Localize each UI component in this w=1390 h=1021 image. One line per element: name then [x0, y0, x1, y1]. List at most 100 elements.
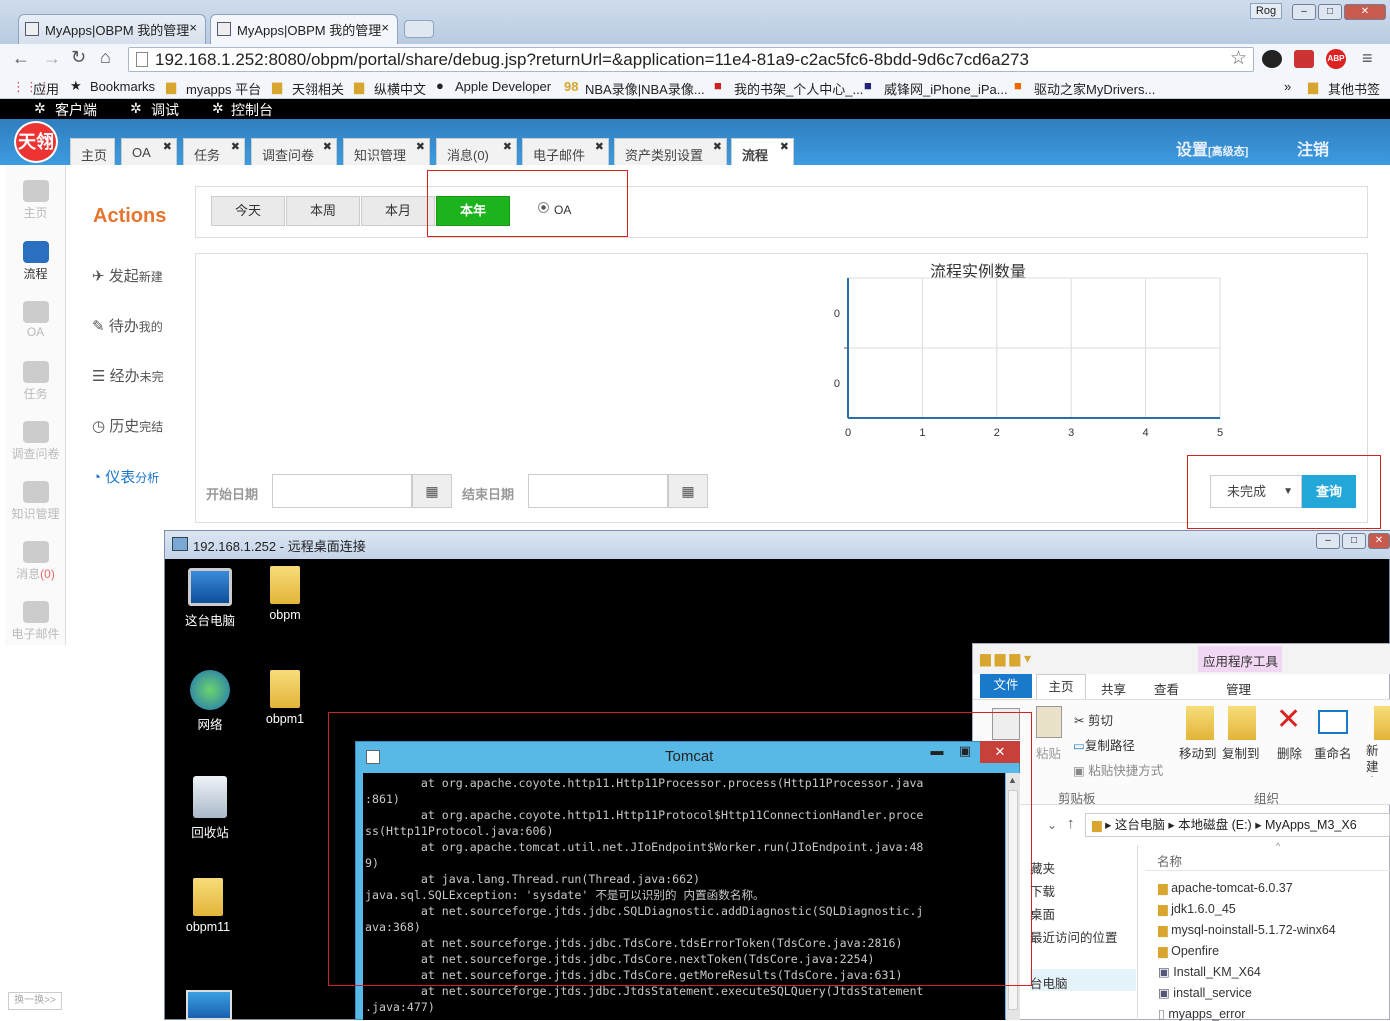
- close-icon[interactable]: ✖: [503, 140, 512, 153]
- rename-button[interactable]: 重命名: [1314, 743, 1352, 762]
- desktop-icon-obpm[interactable]: obpm: [255, 566, 315, 622]
- chevron-down-icon[interactable]: ⌄: [1047, 818, 1057, 832]
- nav-this-pc[interactable]: 台电脑: [1030, 969, 1136, 991]
- copy-to-icon[interactable]: [1228, 706, 1256, 740]
- bookmark-item[interactable]: Bookmarks: [90, 79, 155, 94]
- bookmark-item[interactable]: 纵横中文: [374, 79, 426, 98]
- bookmark-item[interactable]: 威锋网_iPhone_iPa...: [884, 79, 1008, 98]
- delete-button[interactable]: 删除: [1277, 743, 1302, 762]
- maximize-icon[interactable]: □: [1318, 4, 1342, 20]
- ribbon-tab-share[interactable]: 共享: [1101, 679, 1126, 698]
- new-folder-button[interactable]: 新建文件: [1366, 743, 1390, 777]
- calendar-icon[interactable]: ▦: [668, 474, 708, 508]
- rename-icon[interactable]: [1318, 710, 1348, 734]
- browser-tab[interactable]: MyApps|OBPM 我的管理 ×: [18, 14, 206, 44]
- nav-email[interactable]: 电子邮件: [5, 601, 66, 642]
- end-date-input[interactable]: [528, 474, 668, 508]
- bookmark-item[interactable]: 驱动之家MyDrivers...: [1034, 79, 1155, 98]
- bookmark-item[interactable]: Apple Developer: [455, 79, 551, 94]
- file-row[interactable]: ▆ apache-tomcat-6.0.37: [1158, 880, 1293, 895]
- bookmark-item[interactable]: 天翎相关: [292, 79, 344, 98]
- tab-tasks[interactable]: 任务 ✖: [183, 138, 245, 165]
- desktop-icon-network[interactable]: 网络: [180, 670, 240, 733]
- other-bookmarks[interactable]: 其他书签: [1328, 79, 1380, 98]
- bookmarks-more[interactable]: »: [1284, 79, 1291, 94]
- nav-downloads[interactable]: 下载: [1030, 881, 1055, 900]
- close-icon[interactable]: ✖: [713, 140, 722, 153]
- desktop-icon-obpm11[interactable]: obpm11: [178, 878, 238, 934]
- bookmark-item[interactable]: NBA录像|NBA录像...: [585, 79, 705, 98]
- tab-oa[interactable]: OA ✖: [121, 138, 177, 165]
- star-icon[interactable]: ☆: [1230, 47, 1247, 70]
- nav-oa[interactable]: OA: [5, 301, 66, 339]
- file-row[interactable]: ▆ Openfire: [1158, 943, 1219, 958]
- desktop-icon-this-pc[interactable]: 这台电脑: [180, 568, 240, 629]
- nav-survey[interactable]: 调查问卷: [5, 421, 66, 462]
- file-row[interactable]: ▆ mysql-noinstall-5.1.72-winx64: [1158, 922, 1336, 937]
- move-to-button[interactable]: 移动到: [1179, 743, 1217, 762]
- forward-icon[interactable]: →: [43, 48, 61, 69]
- address-bar[interactable]: 192.168.1.252:8080/obpm/portal/share/deb…: [128, 47, 1254, 72]
- copy-path-button[interactable]: ▭复制路径: [1073, 735, 1135, 754]
- close-icon[interactable]: ✖: [323, 140, 332, 153]
- action-start[interactable]: ✈ 发起新建: [92, 265, 163, 286]
- nav-home[interactable]: 主页: [5, 180, 66, 221]
- ribbon-tab-view[interactable]: 查看: [1154, 679, 1179, 698]
- paste-shortcut-button[interactable]: ▣ 粘贴快捷方式: [1073, 760, 1163, 779]
- back-icon[interactable]: ←: [12, 48, 30, 69]
- tab-knowledge[interactable]: 知识管理 ✖: [343, 138, 430, 165]
- period-today-button[interactable]: 今天: [211, 196, 285, 226]
- action-history[interactable]: ◷ 历史完结: [92, 415, 163, 436]
- paste-icon[interactable]: [1036, 706, 1062, 738]
- calendar-icon[interactable]: ▦: [412, 474, 452, 508]
- up-arrow-icon[interactable]: ↑: [1067, 815, 1075, 832]
- close-icon[interactable]: ✖: [780, 140, 789, 153]
- close-window-icon[interactable]: ✕: [1344, 4, 1386, 20]
- close-icon[interactable]: ✖: [231, 140, 240, 153]
- topbar-debug[interactable]: 调试: [151, 100, 179, 120]
- topbar-console[interactable]: 控制台: [231, 100, 273, 120]
- copy-to-button[interactable]: 复制到: [1222, 743, 1260, 762]
- browser-tab-active[interactable]: MyApps|OBPM 我的管理 ×: [210, 14, 398, 44]
- bookmark-item[interactable]: myapps 平台: [186, 79, 261, 98]
- maximize-icon[interactable]: □: [1342, 533, 1366, 549]
- reload-icon[interactable]: ↻: [71, 47, 86, 68]
- ribbon-tab-home[interactable]: 主页: [1036, 674, 1086, 700]
- settings-link[interactable]: 设置[高级态]: [1176, 136, 1248, 160]
- new-folder-icon[interactable]: [1374, 706, 1390, 740]
- crumb[interactable]: 本地磁盘 (E:): [1178, 818, 1252, 832]
- explorer-breadcrumb[interactable]: ▆ ▸ 这台电脑 ▸ 本地磁盘 (E:) ▸ MyApps_M3_X6: [1085, 813, 1390, 837]
- minimize-icon[interactable]: –: [1316, 533, 1340, 549]
- nav-favorites[interactable]: 藏夹: [1030, 858, 1055, 877]
- nav-desktop[interactable]: 桌面: [1030, 904, 1055, 923]
- file-row[interactable]: ▆ jdk1.6.0_45: [1158, 901, 1236, 916]
- nav-tasks[interactable]: 任务: [5, 361, 66, 402]
- extension-icon[interactable]: [1294, 50, 1314, 68]
- column-header-name[interactable]: 名称: [1157, 851, 1182, 870]
- close-icon[interactable]: ✖: [416, 140, 425, 153]
- control-panel-icon[interactable]: [186, 990, 232, 1020]
- tab-asset-category[interactable]: 资产类别设置 ✖: [614, 138, 727, 165]
- extension-icon[interactable]: [1262, 50, 1282, 68]
- paste-button[interactable]: 粘贴: [1036, 743, 1061, 762]
- adblock-icon[interactable]: ABP: [1326, 49, 1346, 69]
- delete-icon[interactable]: ✕: [1276, 704, 1301, 736]
- desktop-icon-recycle-bin[interactable]: 回收站: [180, 776, 240, 841]
- file-row[interactable]: ▣ install_service: [1158, 985, 1252, 1000]
- close-window-icon[interactable]: ✕: [1368, 533, 1390, 549]
- start-date-input[interactable]: [272, 474, 412, 508]
- period-week-button[interactable]: 本周: [286, 196, 360, 226]
- tab-survey[interactable]: 调查问卷 ✖: [251, 138, 337, 165]
- ribbon-tab-file[interactable]: 文件: [980, 674, 1032, 698]
- close-icon[interactable]: ✖: [595, 140, 604, 153]
- home-icon[interactable]: ⌂: [100, 47, 111, 68]
- switch-button[interactable]: 换一换>>: [8, 992, 62, 1010]
- tab-email[interactable]: 电子邮件 ✖: [522, 138, 609, 165]
- minimize-icon[interactable]: –: [1292, 4, 1316, 20]
- nav-recent[interactable]: 最近访问的位置: [1030, 927, 1118, 946]
- bookmark-item[interactable]: 我的书架_个人中心_...: [734, 79, 863, 98]
- ribbon-tab-manage[interactable]: 管理: [1226, 679, 1251, 698]
- action-handled[interactable]: ☰ 经办未完: [92, 365, 164, 386]
- move-to-icon[interactable]: [1186, 706, 1214, 740]
- menu-icon[interactable]: ≡: [1362, 48, 1373, 69]
